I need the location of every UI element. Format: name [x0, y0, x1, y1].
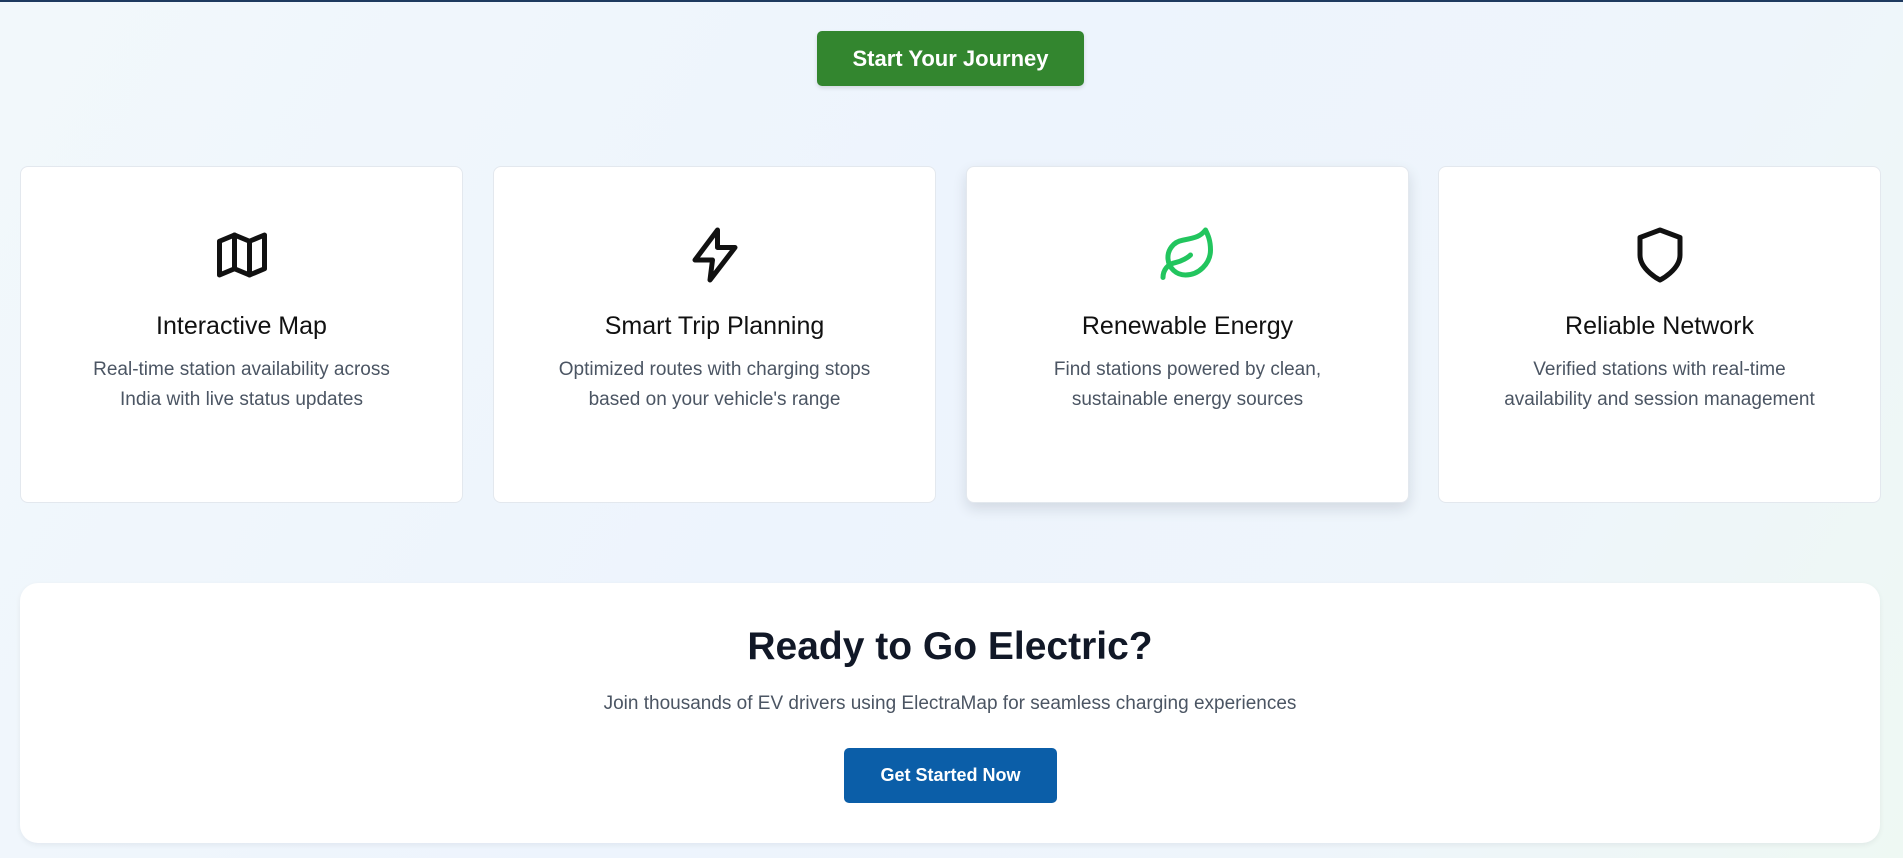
feature-card-smart-trip-planning: Smart Trip Planning Optimized routes wit… [493, 166, 936, 503]
cta-heading: Ready to Go Electric? [747, 625, 1153, 668]
map-icon [212, 225, 272, 285]
cta-panel: Ready to Go Electric? Join thousands of … [20, 583, 1880, 843]
start-journey-button[interactable]: Start Your Journey [817, 31, 1084, 86]
cta-subtext: Join thousands of EV drivers using Elect… [603, 693, 1297, 714]
feature-description: Optimized routes with charging stops bas… [558, 359, 871, 410]
lightning-bolt-icon [685, 225, 745, 285]
feature-description: Real-time station availability across In… [93, 359, 390, 410]
shield-icon [1630, 225, 1690, 285]
feature-card-reliable-network: Reliable Network Verified stations with … [1438, 166, 1881, 503]
feature-description: Find stations powered by clean, sustaina… [1053, 359, 1322, 410]
feature-title: Smart Trip Planning [604, 312, 825, 340]
feature-title: Interactive Map [156, 312, 327, 340]
feature-card-renewable-energy: Renewable Energy Find stations powered b… [966, 166, 1409, 503]
top-border [0, 0, 1903, 2]
leaf-icon [1158, 225, 1218, 285]
feature-description: Verified stations with real-time availab… [1504, 359, 1815, 410]
feature-title: Reliable Network [1565, 312, 1754, 340]
feature-title: Renewable Energy [1081, 312, 1294, 340]
feature-card-interactive-map: Interactive Map Real-time station availa… [20, 166, 463, 503]
get-started-button[interactable]: Get Started Now [844, 748, 1057, 803]
